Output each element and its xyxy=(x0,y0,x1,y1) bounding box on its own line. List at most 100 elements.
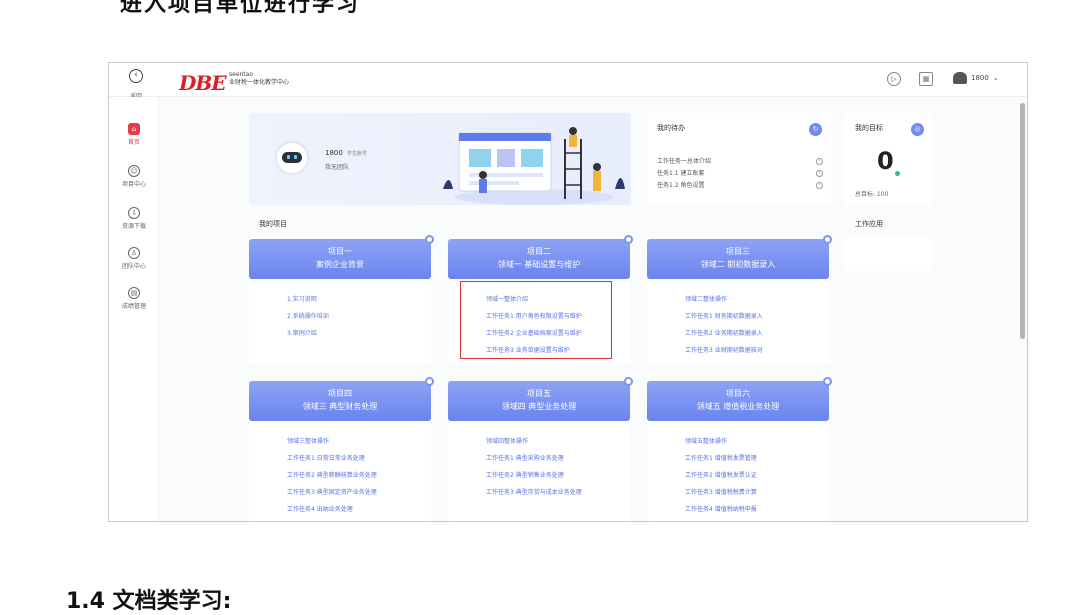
dbe-logo[interactable]: DBE xyxy=(179,71,226,95)
project-number: 项目三 xyxy=(726,247,750,256)
project-item-link[interactable]: 工作任务1 增值税发票管理 xyxy=(685,450,825,467)
project-items: 领域三整体操作 工作任务1 日常日常业务处理 工作任务2 典型薪酬核算业务处理 … xyxy=(287,433,427,518)
goal-title: 我的目标 xyxy=(855,124,883,132)
project-item-link[interactable]: 工作任务1 日常日常业务处理 xyxy=(287,450,427,467)
project-item-link[interactable]: 工作任务1 财务期初数据录入 xyxy=(685,308,825,325)
project-status-icon xyxy=(624,235,633,244)
welcome-banner: 1800 学生账号 我无团队 xyxy=(249,113,631,205)
project-header[interactable]: 项目五 领域四 典型业务处理 xyxy=(448,381,630,421)
goal-target: 总目标: 100 xyxy=(855,191,889,198)
project-header[interactable]: 项目六 领域五 增值税业务处理 xyxy=(647,381,829,421)
document-heading-top: 进入项目单位进行学习 xyxy=(120,0,361,17)
project-number: 项目二 xyxy=(527,247,551,256)
project-item-link[interactable]: 工作任务4 增值税纳税申报 xyxy=(685,501,825,518)
project-name: 领域四 典型业务处理 xyxy=(501,402,577,411)
banner-user-note: 学生账号 xyxy=(346,151,367,157)
project-status-icon xyxy=(624,377,633,386)
project-item-link[interactable]: 工作任务3 业财期初数据核对 xyxy=(685,342,825,359)
project-name: 领域五 增值税业务处理 xyxy=(696,402,780,411)
sidebar-item-label: 首页 xyxy=(127,139,140,146)
sidebar-item-team[interactable]: ♙ 团队中心 xyxy=(109,247,159,270)
robot-avatar-icon xyxy=(277,143,307,173)
project-item-link[interactable]: 1.实习说明 xyxy=(287,291,427,308)
todo-item[interactable]: 任务1.1 建立账套 › xyxy=(657,168,823,180)
sidebar-item-label: 资源下载 xyxy=(121,223,146,230)
project-card: 项目四 领域三 典型财务处理 领域三整体操作 工作任务1 日常日常业务处理 工作… xyxy=(249,377,434,521)
todo-more-icon[interactable]: ↻ xyxy=(809,123,822,136)
project-items: 领域四整体操作 工作任务1 典型采购业务处理 工作任务2 典型销售业务处理 工作… xyxy=(486,433,626,501)
project-name: 领域三 典型财务处理 xyxy=(302,402,378,411)
banner-user: 1800 学生账号 xyxy=(325,149,367,157)
top-bar: ‹ 返回 DBE seentao 业财税一体化教学中心 ▷ ▦ 1800 ⌄ xyxy=(109,63,1027,100)
project-item-link[interactable]: 工作任务1 典型采购业务处理 xyxy=(486,450,626,467)
download-icon: ⇩ xyxy=(128,207,140,219)
project-number: 项目五 xyxy=(527,389,551,398)
play-circle-icon[interactable]: ▷ xyxy=(887,72,901,86)
sidebar-item-label: 成绩管理 xyxy=(121,303,146,310)
project-item-link[interactable]: 领域二整体操作 xyxy=(685,291,825,308)
todo-list: 工作任务一总体介绍 › 任务1.1 建立账套 › 任务1.2 角色设置 › xyxy=(657,156,823,192)
project-item-link[interactable]: 2.系统操作培训 xyxy=(287,308,427,325)
banner-user-name: 1800 xyxy=(325,149,343,157)
project-items: 1.实习说明 2.系统操作培训 3.案例介绍 xyxy=(287,291,427,342)
project-header[interactable]: 项目三 领域二 期初数据录入 xyxy=(647,239,829,279)
project-number: 项目四 xyxy=(328,389,352,398)
project-item-link[interactable]: 工作任务2 典型薪酬核算业务处理 xyxy=(287,467,427,484)
goal-value: 0 xyxy=(877,147,894,175)
arrow-right-icon: › xyxy=(816,182,823,189)
project-status-icon xyxy=(425,377,434,386)
project-item-link[interactable]: 领域四整体操作 xyxy=(486,433,626,450)
app-screenshot: ‹ 返回 DBE seentao 业财税一体化教学中心 ▷ ▦ 1800 ⌄ ⌂… xyxy=(108,62,1028,522)
banner-illustration xyxy=(443,127,625,205)
team-icon: ♙ xyxy=(128,247,140,259)
smile-icon: ☺ xyxy=(128,165,140,177)
arrow-right-icon: › xyxy=(816,158,823,165)
home-icon: ⌂ xyxy=(128,123,140,135)
project-header[interactable]: 项目四 领域三 典型财务处理 xyxy=(249,381,431,421)
document-heading-bottom: 1.4 文档类学习: xyxy=(66,589,232,614)
sidebar-item-projects[interactable]: ☺ 项目中心 xyxy=(109,165,159,188)
goal-card: 我的目标 ◎ 0 总目标: 100 xyxy=(845,113,931,205)
project-status-icon xyxy=(425,235,434,244)
project-item-link[interactable]: 工作任务2 典型销售业务处理 xyxy=(486,467,626,484)
todo-item-label: 任务1.2 角色设置 xyxy=(657,182,705,189)
goal-badge-icon[interactable]: ◎ xyxy=(911,123,924,136)
project-header[interactable]: 项目一 案例企业背景 xyxy=(249,239,431,279)
project-item-link[interactable]: 工作任务2 业务期初数据录入 xyxy=(685,325,825,342)
project-item-link[interactable]: 3.案例介绍 xyxy=(287,325,427,342)
user-menu[interactable]: 1800 ⌄ xyxy=(953,72,999,84)
todo-item[interactable]: 任务1.2 角色设置 › xyxy=(657,180,823,192)
projects-title: 我的项目 xyxy=(259,220,287,228)
project-item-link[interactable]: 工作任务3 典型固定资产业务处理 xyxy=(287,484,427,501)
scrollbar[interactable] xyxy=(1020,103,1025,339)
apps-panel xyxy=(845,237,931,271)
project-item-link[interactable]: 领域三整体操作 xyxy=(287,433,427,450)
project-item-link[interactable]: 工作任务4 出纳业务处理 xyxy=(287,501,427,518)
project-card: 项目三 领域二 期初数据录入 领域二整体操作 工作任务1 财务期初数据录入 工作… xyxy=(647,235,832,363)
sidebar-item-downloads[interactable]: ⇩ 资源下载 xyxy=(109,207,159,230)
calendar-icon[interactable]: ▦ xyxy=(919,72,933,86)
chevron-down-icon: ⌄ xyxy=(992,74,999,82)
project-items: 领域二整体操作 工作任务1 财务期初数据录入 工作任务2 业务期初数据录入 工作… xyxy=(685,291,825,359)
project-card: 项目六 领域五 增值税业务处理 领域五整体操作 工作任务1 增值税发票管理 工作… xyxy=(647,377,832,521)
logo-subtitle-center: 业财税一体化教学中心 xyxy=(229,79,290,86)
sidebar-item-home[interactable]: ⌂ 首页 xyxy=(109,123,159,146)
project-name: 领域一 基础设置与维护 xyxy=(497,260,581,269)
highlight-box xyxy=(460,281,612,359)
todo-item[interactable]: 工作任务一总体介绍 › xyxy=(657,156,823,168)
project-status-icon xyxy=(823,235,832,244)
user-name: 1800 xyxy=(971,74,989,82)
todo-card: 我的待办 ↻ 工作任务一总体介绍 › 任务1.1 建立账套 › 任务1.2 角色设置… xyxy=(647,113,831,205)
sidebar-item-label: 团队中心 xyxy=(121,263,146,270)
project-item-link[interactable]: 工作任务3 典型存货与成本业务处理 xyxy=(486,484,626,501)
todo-item-label: 任务1.1 建立账套 xyxy=(657,170,705,177)
banner-team: 我无团队 xyxy=(325,164,350,171)
project-item-link[interactable]: 领域五整体操作 xyxy=(685,433,825,450)
project-header[interactable]: 项目二 领域一 基础设置与维护 xyxy=(448,239,630,279)
sidebar: ⌂ 首页 ☺ 项目中心 ⇩ 资源下载 ♙ 团队中心 ▤ 成绩管理 xyxy=(109,97,159,521)
project-number: 项目一 xyxy=(328,247,352,256)
sidebar-item-grades[interactable]: ▤ 成绩管理 xyxy=(109,287,159,310)
project-item-link[interactable]: 工作任务3 增值税税费计算 xyxy=(685,484,825,501)
project-item-link[interactable]: 工作任务2 增值税发票认证 xyxy=(685,467,825,484)
status-dot-icon xyxy=(895,171,900,176)
